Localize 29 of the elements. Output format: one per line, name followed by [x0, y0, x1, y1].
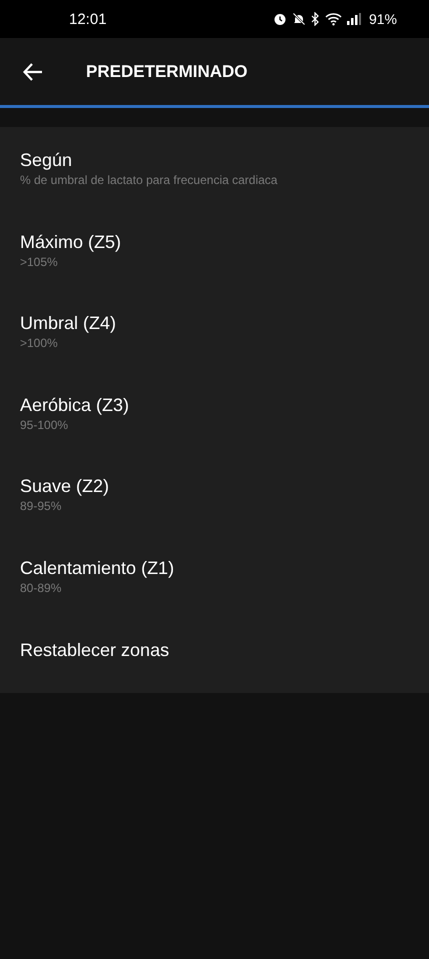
wifi-icon	[324, 12, 342, 26]
item-subtitle: >100%	[20, 335, 59, 352]
item-title: Máximo (Z5)	[20, 230, 122, 254]
list-item[interactable]: Aeróbica (Z3) 95-100%	[0, 382, 429, 464]
item-title: Aeróbica (Z3)	[20, 394, 130, 417]
bluetooth-icon	[310, 12, 320, 26]
item-title: Calentamiento (Z1)	[20, 556, 176, 580]
list-item[interactable]: Suave (Z2) 89-95%	[0, 463, 429, 545]
list-item[interactable]: Restablecer zonas	[0, 626, 429, 689]
list-item[interactable]: Según % de umbral de lactato para frecuencia cardiaca	[0, 137, 429, 219]
alarm-icon	[272, 12, 287, 26]
item-title: Umbral (Z4)	[20, 312, 118, 336]
item-title: Restablecer zonas	[20, 638, 170, 662]
status-time: 12:01	[69, 10, 107, 28]
item-title: Según	[20, 149, 74, 172]
signal-icon	[346, 13, 361, 25]
back-button[interactable]	[23, 62, 45, 82]
list-item[interactable]: Máximo (Z5) >105%	[0, 218, 429, 300]
list-item[interactable]: Umbral (Z4) >100%	[0, 300, 429, 382]
battery-percentage: 91%	[368, 11, 397, 27]
item-subtitle: 95-100%	[20, 416, 70, 433]
screen-title: PREDETERMINADO	[86, 62, 248, 82]
item-subtitle: % de umbral de lactato para frecuencia cardiaca	[20, 172, 278, 188]
item-subtitle: 89-95%	[20, 498, 62, 514]
item-subtitle: 80-89%	[20, 580, 62, 596]
muted-bell-icon	[292, 12, 306, 26]
list-item[interactable]: Calentamiento (Z1) 80-89%	[0, 544, 429, 627]
item-title: Suave (Z2)	[20, 475, 110, 498]
item-subtitle: >105%	[20, 254, 59, 270]
